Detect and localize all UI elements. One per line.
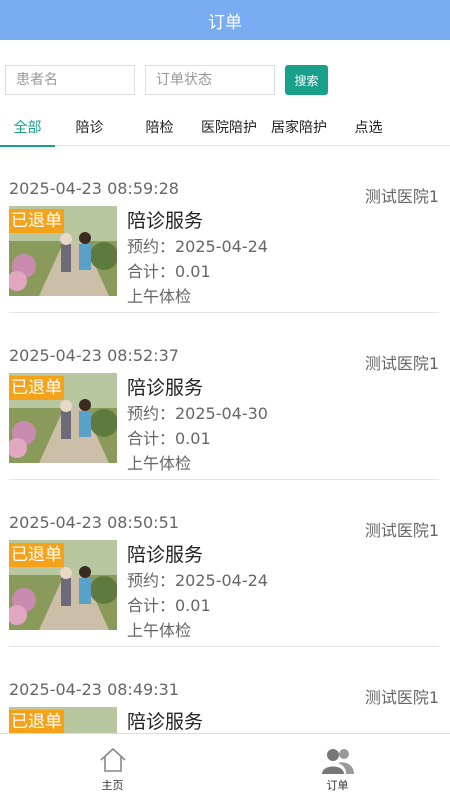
service-image: 已退单 [9,373,117,463]
order-card[interactable]: 2025-04-23 08:59:28 测试医院1 已退单 陪诊服务 预约：20… [9,146,439,313]
status-badge: 已退单 [9,209,64,233]
order-total: 合计：0.01 [127,262,211,281]
service-name: 陪诊服务 [127,210,204,232]
service-name: 陪诊服务 [127,377,204,399]
order-note: 上午体检 [127,621,192,640]
order-total: 合计：0.01 [127,596,211,615]
patient-name-input[interactable] [5,65,135,95]
tab-hospital-care[interactable]: 医院陪护 [196,108,262,146]
search-bar: 搜索 [5,65,445,95]
nav-home[interactable]: 主页 [0,734,225,801]
status-badge: 已退单 [9,543,64,567]
appointment-date: 预约：2025-04-30 [127,404,268,423]
status-badge: 已退单 [9,710,64,733]
tab-escort-visit[interactable]: 陪诊 [62,108,117,146]
appointment-date: 预约：2025-04-24 [127,571,268,590]
bottom-nav: 主页 订单 [0,733,450,800]
order-card[interactable]: 2025-04-23 08:49:31 测试医院1 已退单 陪诊服务 [9,647,439,733]
nav-orders[interactable]: 订单 [225,734,450,801]
hospital-name: 测试医院1 [364,354,439,373]
service-name: 陪诊服务 [127,544,204,566]
service-image: 已退单 [9,206,117,296]
tab-select[interactable]: 点选 [341,108,396,146]
app-header: 订单 [0,0,450,40]
tab-home-care[interactable]: 居家陪护 [266,108,332,146]
order-list: 2025-04-23 08:59:28 测试医院1 已退单 陪诊服务 预约：20… [0,146,450,733]
order-tabs: 全部 陪诊 陪检 医院陪护 居家陪护 点选 [0,108,450,147]
order-time: 2025-04-23 08:52:37 [9,346,179,365]
status-badge: 已退单 [9,376,64,400]
users-icon [321,747,355,779]
order-total: 合计：0.01 [127,429,211,448]
nav-orders-label: 订单 [326,779,349,792]
order-time: 2025-04-23 08:49:31 [9,680,179,699]
service-image: 已退单 [9,707,117,733]
page-title: 订单 [208,12,242,33]
hospital-name: 测试医院1 [364,521,439,540]
order-note: 上午体检 [127,454,192,473]
service-image: 已退单 [9,540,117,630]
order-note: 上午体检 [127,287,192,306]
order-time: 2025-04-23 08:50:51 [9,513,179,532]
hospital-name: 测试医院1 [364,187,439,206]
order-card[interactable]: 2025-04-23 08:50:51 测试医院1 已退单 陪诊服务 预约：20… [9,480,439,647]
order-time: 2025-04-23 08:59:28 [9,179,179,198]
home-icon [99,747,127,777]
hospital-name: 测试医院1 [364,688,439,707]
order-card[interactable]: 2025-04-23 08:52:37 测试医院1 已退单 陪诊服务 预约：20… [9,313,439,480]
order-status-input[interactable] [145,65,275,95]
search-button[interactable]: 搜索 [285,65,328,95]
tab-escort-check[interactable]: 陪检 [132,108,187,146]
service-name: 陪诊服务 [127,711,204,733]
appointment-date: 预约：2025-04-24 [127,237,268,256]
tab-all[interactable]: 全部 [0,108,55,147]
nav-home-label: 主页 [101,779,124,792]
